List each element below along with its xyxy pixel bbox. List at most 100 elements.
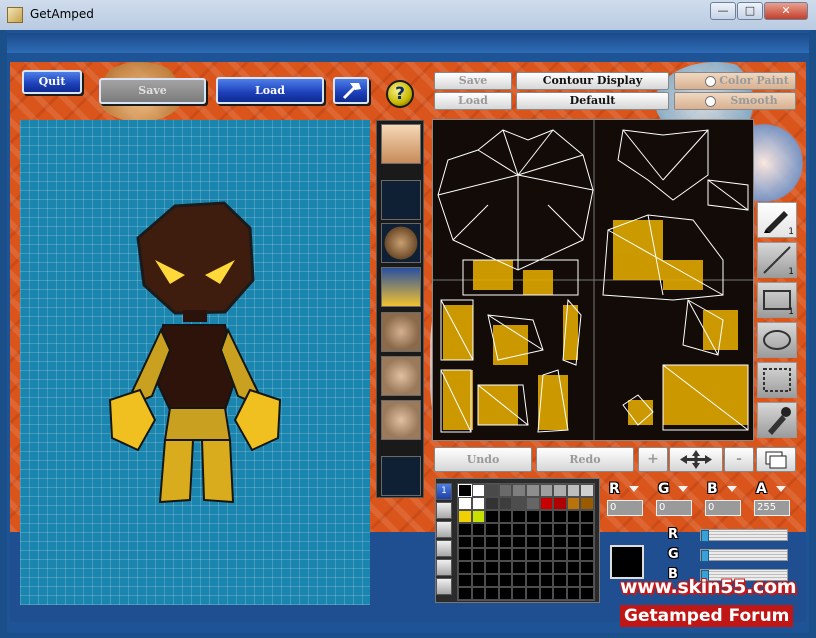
palette-swatch[interactable] <box>498 484 513 497</box>
palette-swatch[interactable] <box>471 509 486 523</box>
palette-swatch[interactable] <box>566 561 581 575</box>
character-preview[interactable] <box>20 120 370 605</box>
palette-swatch[interactable] <box>458 548 472 562</box>
a-value-field[interactable]: 255 <box>754 500 790 516</box>
thumb-body[interactable] <box>381 267 421 307</box>
maximize-button[interactable]: □ <box>737 2 763 20</box>
palette-swatch[interactable] <box>512 484 526 497</box>
palette-swatch[interactable] <box>580 496 594 510</box>
palette-swatch[interactable] <box>566 484 581 497</box>
palette-swatch[interactable] <box>512 509 526 523</box>
palette-swatch[interactable] <box>553 484 567 497</box>
palette-swatch[interactable] <box>526 587 540 600</box>
zoom-in-button[interactable]: + <box>638 447 668 472</box>
palette-tab[interactable] <box>436 540 452 557</box>
palette-swatch[interactable] <box>458 484 472 497</box>
palette-swatch[interactable] <box>566 574 581 588</box>
palette-swatch[interactable] <box>512 574 526 588</box>
palette-swatch[interactable] <box>539 561 554 575</box>
thumb-face[interactable] <box>381 356 421 396</box>
palette-swatch[interactable] <box>471 484 486 497</box>
palette-swatch[interactable] <box>553 561 567 575</box>
undo-button[interactable]: Undo <box>434 447 532 472</box>
palette-swatch[interactable] <box>539 587 554 600</box>
palette-swatch[interactable] <box>580 484 594 497</box>
palette-swatch[interactable] <box>512 561 526 575</box>
palette-swatch[interactable] <box>566 535 581 549</box>
palette-swatch[interactable] <box>485 548 499 562</box>
eyedropper-tool[interactable] <box>757 402 797 438</box>
palette-swatch[interactable] <box>539 574 554 588</box>
palette-swatch[interactable] <box>512 522 526 536</box>
layer-button[interactable] <box>756 447 796 472</box>
palette-swatch[interactable] <box>471 496 486 510</box>
palette-tab[interactable] <box>436 559 452 576</box>
pan-button[interactable] <box>669 447 723 472</box>
palette-swatch[interactable] <box>498 574 513 588</box>
palette-swatch[interactable] <box>458 535 472 549</box>
redo-button[interactable]: Redo <box>536 447 634 472</box>
palette-swatch[interactable] <box>566 548 581 562</box>
palette-swatch[interactable] <box>458 587 472 600</box>
texture-canvas[interactable] <box>432 119 754 441</box>
palette-swatch[interactable] <box>526 561 540 575</box>
palette-tab[interactable] <box>436 578 452 595</box>
default-button[interactable]: Default <box>516 92 669 110</box>
r-slider-handle[interactable] <box>701 530 709 542</box>
palette-swatch[interactable] <box>471 587 486 600</box>
save-button[interactable]: Save <box>99 78 206 104</box>
thumb-character-face[interactable] <box>381 124 421 164</box>
palette-swatch[interactable] <box>526 509 540 523</box>
palette-swatch[interactable] <box>566 496 581 510</box>
palette-swatch[interactable] <box>485 561 499 575</box>
line-tool[interactable]: 1 <box>757 242 797 278</box>
palette-swatch[interactable] <box>471 574 486 588</box>
zoom-out-button[interactable]: - <box>724 447 754 472</box>
r-dropdown-icon[interactable] <box>629 486 639 492</box>
palette-swatch[interactable] <box>498 522 513 536</box>
color-paint-option[interactable]: Color Paint <box>674 72 796 90</box>
close-button[interactable]: ✕ <box>764 2 808 20</box>
contour-display-button[interactable]: Contour Display <box>516 72 669 90</box>
palette-swatch[interactable] <box>458 574 472 588</box>
thumb-empty-slot[interactable] <box>381 180 421 220</box>
texture-load-button[interactable]: Load <box>434 92 512 110</box>
palette-swatch[interactable] <box>458 522 472 536</box>
b-value-field[interactable]: 0 <box>705 500 741 516</box>
help-icon[interactable]: ? <box>386 80 414 108</box>
palette-swatch[interactable] <box>580 548 594 562</box>
g-value-field[interactable]: 0 <box>656 500 692 516</box>
palette-swatch[interactable] <box>539 509 554 523</box>
palette-swatch[interactable] <box>526 535 540 549</box>
palette-swatch[interactable] <box>471 548 486 562</box>
palette-tab[interactable] <box>436 521 452 538</box>
ellipse-tool[interactable] <box>757 322 797 358</box>
hammer-tool-button[interactable] <box>333 77 369 104</box>
palette-swatch[interactable] <box>526 496 540 510</box>
palette-swatch[interactable] <box>553 574 567 588</box>
radio-smooth[interactable] <box>705 96 716 107</box>
g-slider-handle[interactable] <box>701 550 709 562</box>
thumb-face-alt[interactable] <box>381 400 421 440</box>
palette-swatch[interactable] <box>553 587 567 600</box>
palette-swatch[interactable] <box>539 522 554 536</box>
palette-swatch[interactable] <box>498 561 513 575</box>
palette-swatch[interactable] <box>458 509 472 523</box>
palette-swatch[interactable] <box>580 522 594 536</box>
thumb-empty-slot[interactable] <box>381 456 421 496</box>
palette-swatch[interactable] <box>512 548 526 562</box>
palette-swatch[interactable] <box>539 496 554 510</box>
a-dropdown-icon[interactable] <box>776 486 786 492</box>
palette-swatch[interactable] <box>512 496 526 510</box>
palette-swatch[interactable] <box>580 535 594 549</box>
palette-swatch[interactable] <box>566 522 581 536</box>
r-slider[interactable] <box>700 529 788 542</box>
palette-swatch[interactable] <box>485 496 499 510</box>
load-button[interactable]: Load <box>216 77 324 104</box>
select-tool[interactable] <box>757 362 797 398</box>
palette-swatch[interactable] <box>553 535 567 549</box>
thumb-face-glasses[interactable] <box>381 312 421 352</box>
palette-swatch[interactable] <box>498 509 513 523</box>
palette-tab[interactable] <box>436 502 452 519</box>
palette-swatch[interactable] <box>566 587 581 600</box>
